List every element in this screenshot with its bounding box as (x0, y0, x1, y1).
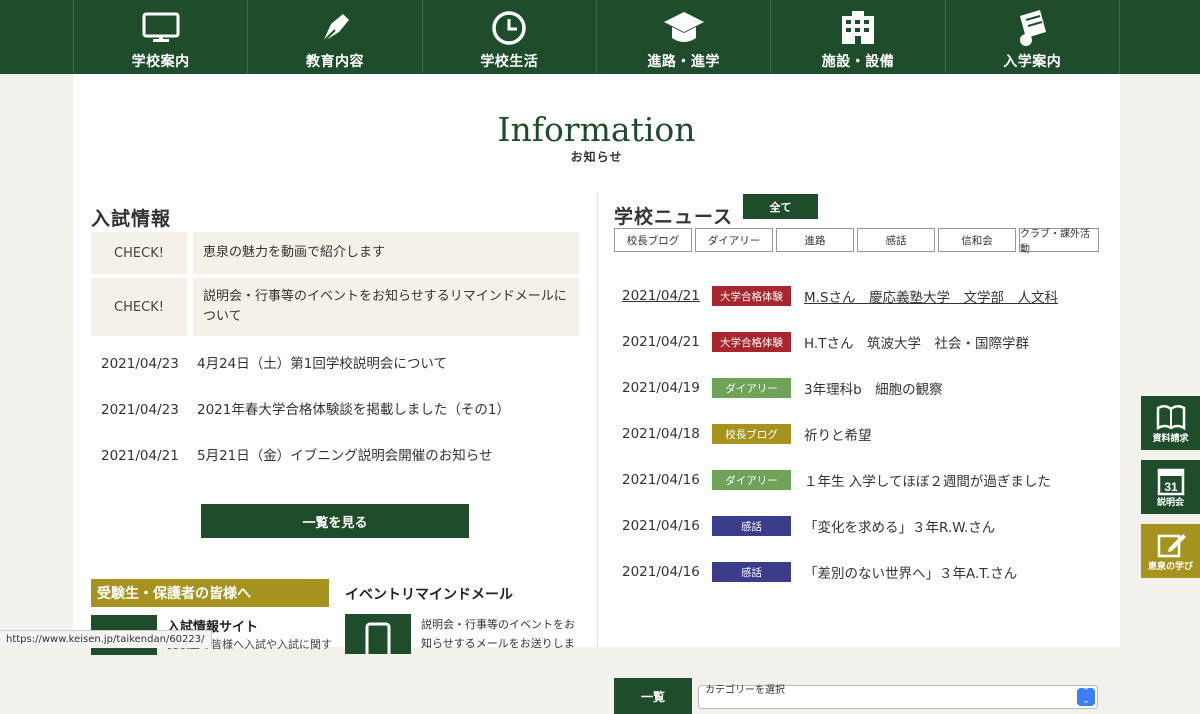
category-tabs: 校長ブログ ダイアリー 進路 感話 信和会 クラブ・課外活動 (614, 228, 1099, 255)
news-title: 「差別のない世界へ」３年A.T.さん (804, 566, 1018, 582)
category-badge[interactable]: 感話 (712, 516, 791, 536)
category-badge[interactable]: ダイアリー (712, 470, 791, 490)
top-navigation: 学校案内 教育内容 学校生活 進路・進学 施設・設備 入学案内 (0, 0, 1200, 74)
check-tag: CHECK! (91, 232, 187, 274)
news-title: 4月24日（土）第1回学校説明会について (197, 356, 447, 372)
nav-label: 学校案内 (131, 54, 190, 70)
news-item[interactable]: 2021/04/16 感話 「差別のない世界へ」３年A.T.さん (622, 562, 1017, 582)
category-badge[interactable]: 校長ブログ (712, 424, 791, 444)
nav-item-admission[interactable]: 入学案内 (944, 0, 1120, 74)
category-tab[interactable]: 校長ブログ (614, 228, 692, 252)
filter-all-button[interactable]: 全て (743, 194, 818, 219)
news-item[interactable]: 2021/04/21 5月21日（金）イブニング説明会開催のお知らせ (101, 444, 493, 464)
main-panel: Information お知らせ 入試情報 CHECK! 恵泉の魅力を動画で紹介… (73, 74, 1120, 714)
news-date: 2021/04/16 (622, 564, 700, 580)
news-title: 2021年春大学合格体験談を掲載しました（その1） (197, 402, 510, 418)
check-text: 説明会・行事等のイベントをお知らせするリマインドメールについて (193, 278, 579, 336)
nav-label: 入学案内 (1003, 54, 1062, 70)
news-item[interactable]: 2021/04/21 大学合格体験 H.Tさん 筑波大学 社会・国際学群 (622, 332, 1029, 352)
news-item[interactable]: 2021/04/16 ダイアリー １年生 入学してほぼ２週間が過ぎました (622, 470, 1051, 490)
column-divider (597, 192, 598, 647)
smartphone-icon (365, 622, 391, 658)
category-tab[interactable]: 感話 (857, 228, 935, 252)
check-text: 恵泉の魅力を動画で紹介します (193, 232, 579, 274)
news-date: 2021/04/21 (101, 448, 179, 464)
news-title: １年生 入学してほぼ２週間が過ぎました (804, 474, 1051, 490)
check-tag: CHECK! (91, 278, 187, 336)
category-tab[interactable]: 進路 (776, 228, 854, 252)
building-icon (841, 11, 874, 44)
news-title: 5月21日（金）イブニング説明会開催のお知らせ (197, 448, 493, 464)
nav-item-school-guide[interactable]: 学校案内 (73, 0, 247, 74)
book-icon (1156, 405, 1185, 431)
guardians-heading: 受験生・保護者の皆様へ (91, 579, 329, 607)
news-title: H.Tさん 筑波大学 社会・国際学群 (804, 336, 1029, 352)
news-date: 2021/04/16 (622, 518, 700, 534)
side-button-label: 恵泉の学び (1147, 562, 1193, 572)
news-date: 2021/04/18 (622, 426, 700, 442)
news-item[interactable]: 2021/04/21 大学合格体験 M.Sさん 慶応義塾大学 文学部 人文科 (622, 286, 1058, 306)
news-date: 2021/04/23 (101, 356, 179, 372)
category-tab[interactable]: クラブ・課外活動 (1019, 228, 1099, 255)
news-item[interactable]: 2021/04/16 感話 「変化を求める」３年R.W.さん (622, 516, 995, 536)
nav-item-facilities[interactable]: 施設・設備 (770, 0, 944, 74)
category-badge[interactable]: ダイアリー (712, 378, 791, 398)
phone-thumbnail[interactable] (345, 614, 411, 658)
nav-label: 学校生活 (480, 54, 539, 70)
graduation-cap-icon (663, 12, 704, 42)
news-item[interactable]: 2021/04/19 ダイアリー 3年理科b 細胞の観察 (622, 378, 943, 398)
category-tab[interactable]: ダイアリー (695, 228, 773, 252)
list-button[interactable]: 一覧 (614, 678, 692, 714)
news-date: 2021/04/16 (622, 472, 700, 488)
nav-label: 進路・進学 (647, 54, 720, 70)
check-row[interactable]: CHECK! 説明会・行事等のイベントをお知らせするリマインドメールについて (91, 278, 579, 336)
admissions-title: 入試情報 (91, 208, 172, 230)
status-bar-url: https://www.keisen.jp/taikendan/60223/ (0, 630, 212, 648)
svg-text:31: 31 (1164, 480, 1178, 494)
category-badge[interactable]: 大学合格体験 (712, 286, 791, 306)
side-button-label: 資料請求 (1152, 434, 1189, 444)
view-list-button[interactable]: 一覧を見る (201, 504, 469, 538)
nav-label: 施設・設備 (821, 54, 895, 70)
school-news-title: 学校ニュース (614, 206, 734, 228)
news-item[interactable]: 2021/04/23 2021年春大学合格体験談を掲載しました（その1） (101, 398, 510, 418)
diploma-icon (1020, 10, 1047, 46)
information-subtitle: お知らせ (570, 150, 623, 164)
side-button-brochure[interactable]: 資料請求 (1141, 396, 1200, 450)
side-button-info-session[interactable]: 31 説明会 (1141, 460, 1200, 514)
clock-icon (492, 11, 527, 45)
news-date: 2021/04/19 (622, 380, 700, 396)
news-title: M.Sさん 慶応義塾大学 文学部 人文科 (804, 290, 1059, 306)
nav-item-school-life[interactable]: 学校生活 (421, 0, 596, 74)
news-title: 「変化を求める」３年R.W.さん (804, 520, 996, 536)
event-remind-heading: イベントリマインドメール (345, 587, 513, 603)
monitor-icon (142, 12, 180, 42)
calendar-icon: 31 (1157, 468, 1184, 496)
news-title: 3年理科b 細胞の観察 (804, 382, 943, 398)
side-button-learning[interactable]: 恵泉の学び (1141, 524, 1200, 578)
news-date: 2021/04/23 (101, 402, 179, 418)
select-arrows-icon: ⌃ ⌄ (1077, 688, 1095, 706)
category-select-value: カテゴリーを選択 (705, 685, 785, 696)
news-date: 2021/04/21 (622, 334, 700, 350)
nav-label: 教育内容 (305, 54, 364, 70)
event-description: 説明会・行事等のイベントをお知らせするメールをお送りしま (421, 618, 575, 650)
category-select[interactable]: カテゴリーを選択 ⌃ ⌄ (698, 685, 1098, 709)
nav-item-education[interactable]: 教育内容 (247, 0, 421, 74)
news-title: 祈りと希望 (804, 428, 872, 444)
side-button-label: 説明会 (1156, 498, 1184, 508)
news-item[interactable]: 2021/04/23 4月24日（土）第1回学校説明会について (101, 352, 447, 372)
information-title: Information (497, 110, 696, 149)
nav-item-career[interactable]: 進路・進学 (595, 0, 770, 74)
category-badge[interactable]: 大学合格体験 (712, 332, 791, 352)
check-row[interactable]: CHECK! 恵泉の魅力を動画で紹介します (91, 232, 579, 274)
news-item[interactable]: 2021/04/18 校長ブログ 祈りと希望 (622, 424, 872, 444)
category-badge[interactable]: 感話 (712, 562, 791, 582)
pen-nib-icon (322, 14, 349, 43)
edit-icon (1157, 534, 1186, 558)
category-tab[interactable]: 信和会 (938, 228, 1016, 252)
news-date: 2021/04/21 (622, 288, 700, 304)
